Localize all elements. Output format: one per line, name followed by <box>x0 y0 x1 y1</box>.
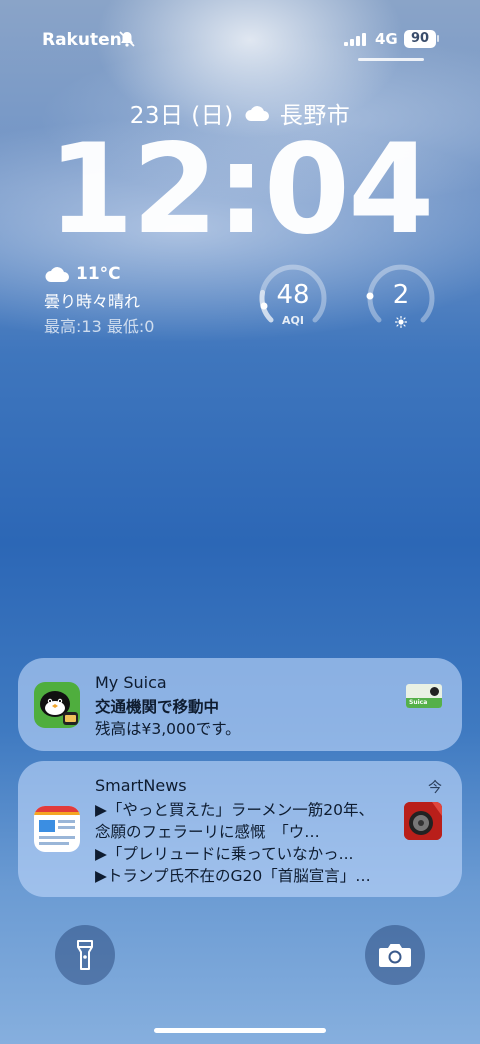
camera-button[interactable] <box>365 925 425 985</box>
notification-time: 今 <box>428 780 442 796</box>
notification-smartnews[interactable]: SmartNews 今 ▶「やっと買えた」ラーメン一筋20年、 念願のフェラーリ… <box>18 761 462 897</box>
cloud-icon <box>45 267 69 282</box>
aqi-label: AQI <box>282 314 304 327</box>
weather-condition: 曇り時々晴れ <box>44 292 141 311</box>
control-center-indicator[interactable] <box>358 58 424 61</box>
weather-widget[interactable]: 11°C <box>44 264 121 284</box>
cell-signal-icon <box>344 32 368 46</box>
battery-icon: 90 <box>404 30 436 48</box>
notification-app-name: My Suica <box>95 673 167 692</box>
notification-line-4: ▶トランプ氏不在のG20「首脳宣言」… <box>95 867 371 885</box>
camera-icon <box>379 944 411 967</box>
suica-card-label: Suica <box>409 699 428 706</box>
sun-icon <box>395 316 407 328</box>
aqi-value: 48 <box>276 280 310 310</box>
weather-high-low: 最高:13 最低:0 <box>44 317 155 336</box>
notification-body: 残高は¥3,000です。 <box>95 720 241 738</box>
lock-screen-clock: 12:04 <box>47 118 435 262</box>
carrier-label: Rakuten <box>42 30 122 50</box>
notification-line-1: ▶「やっと買えた」ラーメン一筋20年、 <box>95 801 375 819</box>
notification-suica[interactable]: My Suica 交通機関で移動中 残高は¥3,000です。 Suica <box>18 658 462 751</box>
notification-app-name: SmartNews <box>95 776 187 795</box>
uv-gauge-widget[interactable]: 2 <box>364 262 438 336</box>
network-type-label: 4G <box>375 30 398 48</box>
suica-card-thumbnail: Suica <box>406 684 442 708</box>
smartnews-app-icon <box>34 806 80 852</box>
uv-value: 2 <box>392 280 410 310</box>
flashlight-icon <box>77 940 93 970</box>
home-indicator[interactable] <box>154 1028 326 1033</box>
notification-line-2: 念願のフェラーリに感慨 「ウ… <box>95 823 320 841</box>
weather-temperature: 11°C <box>76 264 121 284</box>
notification-line-3: ▶「プレリュードに乗っていなかっ... <box>95 845 354 863</box>
flashlight-button[interactable] <box>55 925 115 985</box>
bell-slash-icon <box>119 31 135 47</box>
battery-tip <box>437 35 439 42</box>
aqi-gauge-widget[interactable]: 48 AQI <box>256 262 330 336</box>
news-thumbnail-image <box>404 802 442 840</box>
notification-title: 交通機関で移動中 <box>95 698 220 716</box>
suica-app-icon <box>34 682 80 728</box>
